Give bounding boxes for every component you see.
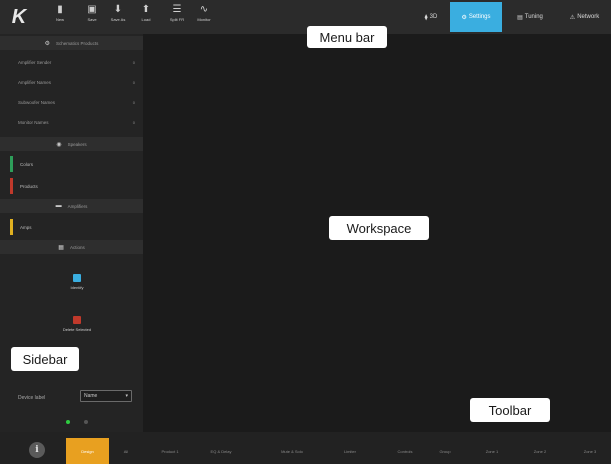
tab-zone-3[interactable]: Zone 3: [575, 438, 605, 464]
tab-design[interactable]: Design: [66, 438, 109, 464]
callout-toolbar: Toolbar: [470, 398, 550, 422]
3d-icon: ⧫: [424, 14, 428, 21]
menu-bar: K ▮ New ▣ Save ⬇ Save As ⬆ Load ☰ Split …: [0, 0, 611, 34]
network-icon: ⚠: [569, 14, 576, 21]
sidebar-header-products[interactable]: ⚙ Schematics Products: [0, 36, 143, 50]
tab-zone-2[interactable]: Zone 2: [525, 438, 555, 464]
new-button[interactable]: ▮ New: [48, 4, 72, 30]
identify-icon: [73, 274, 81, 282]
save-icon: ▣: [87, 4, 97, 15]
device-label-caption: Device label: [18, 395, 46, 401]
sidebar-row-subwoofer-names[interactable]: Subwoofer Names 0: [0, 94, 143, 110]
sidebar-row-amplifier-names[interactable]: Amplifier Names 0: [0, 74, 143, 90]
load-button[interactable]: ⬆ Load: [134, 4, 158, 30]
app-logo: K: [11, 5, 27, 28]
bottom-toolbar: i Design All Product 1 EQ & Delay Mute &…: [0, 432, 611, 464]
sidebar-row-monitor-names[interactable]: Monitor Names 0: [0, 114, 143, 130]
callout-menu-bar: Menu bar: [307, 26, 387, 48]
sidebar-item-amps[interactable]: Amps: [0, 219, 143, 235]
amplifier-icon: ▬: [55, 203, 62, 209]
tab-mute-solo[interactable]: Mute & Solo: [262, 438, 322, 464]
tab-zone-1[interactable]: Zone 1: [478, 438, 506, 464]
sidebar-item-colors[interactable]: Colors: [0, 156, 143, 172]
tab-network[interactable]: ⚠ Network: [558, 2, 611, 32]
tuning-icon: ▤: [517, 14, 523, 21]
tab-all[interactable]: All: [116, 438, 136, 464]
load-icon: ⬆: [141, 4, 151, 15]
file-icon: ▮: [57, 4, 63, 15]
gear-icon: ⚙: [44, 40, 51, 47]
info-icon[interactable]: i: [29, 442, 45, 458]
speaker-icon: ◉: [56, 141, 62, 148]
tab-product-1[interactable]: Product 1: [148, 438, 192, 464]
callout-sidebar: Sidebar: [11, 347, 79, 371]
callout-workspace: Workspace: [329, 216, 429, 240]
chevron-down-icon: ▾: [125, 393, 128, 399]
tab-limiter[interactable]: Limiter: [330, 438, 370, 464]
sidebar-item-products[interactable]: Products: [0, 178, 143, 194]
section-amplifiers[interactable]: ▬ Amplifiers: [0, 199, 143, 213]
section-speakers[interactable]: ◉ Speakers: [0, 137, 143, 151]
save-button[interactable]: ▣ Save: [80, 4, 104, 30]
save-as-button[interactable]: ⬇ Save As: [106, 4, 130, 30]
tab-3d[interactable]: ⧫ 3D: [416, 2, 446, 32]
settings-icon: ⚙: [461, 14, 467, 21]
save-as-icon: ⬇: [113, 4, 123, 15]
tab-tuning[interactable]: ▤ Tuning: [504, 2, 556, 32]
status-dot-offline: [84, 420, 88, 424]
tab-controls[interactable]: Controls: [385, 438, 425, 464]
tab-eq-delay[interactable]: EQ & Delay: [196, 438, 246, 464]
split-button[interactable]: ☰ Split FR: [165, 4, 189, 30]
tab-settings[interactable]: ⚙ Settings: [450, 2, 502, 32]
delete-selected-button[interactable]: Delete Selected: [57, 316, 97, 332]
device-label-select[interactable]: Name ▾: [80, 390, 132, 402]
actions-icon: ▦: [58, 244, 64, 251]
monitor-icon: ∿: [199, 4, 209, 15]
app-window: K ▮ New ▣ Save ⬇ Save As ⬆ Load ☰ Split …: [0, 0, 611, 464]
monitor-button[interactable]: ∿ Monitor: [192, 4, 216, 30]
status-dot-online: [66, 420, 70, 424]
section-actions[interactable]: ▦ Actions: [0, 240, 143, 254]
delete-icon: [73, 316, 81, 324]
sidebar-row-amplifier-sender[interactable]: Amplifier Sender 0: [0, 54, 143, 70]
sidebar: ⚙ Schematics Products Amplifier Sender 0…: [0, 34, 143, 432]
split-icon: ☰: [172, 4, 182, 15]
identify-button[interactable]: Identify: [57, 274, 97, 290]
tab-group[interactable]: Group: [430, 438, 460, 464]
